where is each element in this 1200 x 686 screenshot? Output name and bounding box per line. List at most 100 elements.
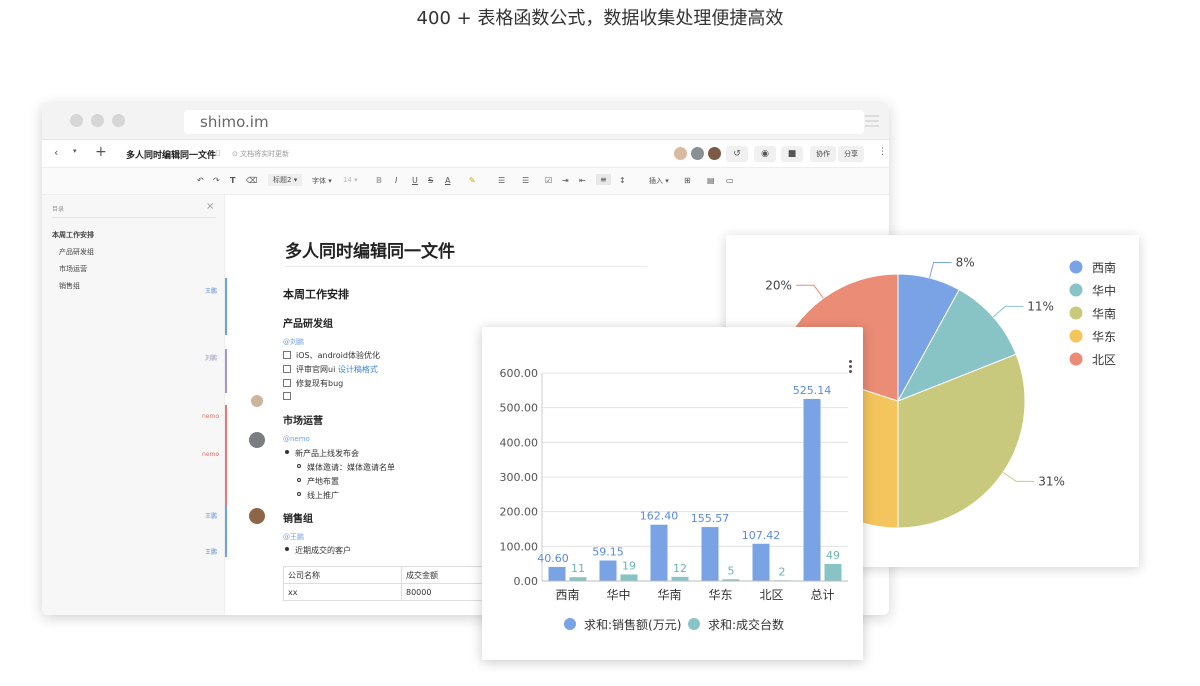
more-icon[interactable] bbox=[849, 360, 852, 375]
task-item[interactable]: 修复现有bug bbox=[283, 378, 343, 389]
group-title: 产品研发组 bbox=[283, 319, 333, 330]
back-icon[interactable]: ‹ bbox=[54, 146, 58, 159]
avatar[interactable] bbox=[708, 147, 721, 160]
close-icon[interactable]: × bbox=[206, 201, 214, 212]
sidebar-title: 目录 bbox=[52, 206, 65, 213]
insert-menu[interactable]: 插入 ▾ bbox=[649, 176, 669, 186]
checkbox[interactable] bbox=[283, 392, 291, 400]
font-select[interactable]: 字体 ▾ bbox=[312, 176, 332, 186]
bullet-list-icon[interactable]: ☰ bbox=[522, 176, 529, 185]
mention[interactable]: @王鹏 bbox=[283, 532, 304, 542]
bar-data-label: 19 bbox=[622, 559, 636, 572]
avatar[interactable] bbox=[674, 147, 687, 160]
bar-data-label: 525.14 bbox=[793, 384, 832, 397]
window-close-dot[interactable] bbox=[70, 114, 83, 127]
bookmark-icon[interactable]: ▯ bbox=[216, 148, 220, 157]
divider bbox=[52, 217, 216, 218]
checklist-icon[interactable]: ☑ bbox=[545, 176, 552, 185]
highlight-icon[interactable]: ✎ bbox=[469, 176, 476, 185]
x-tick-label: 西南 bbox=[555, 587, 579, 602]
history-icon[interactable]: ↺ bbox=[726, 146, 748, 162]
strikethrough-icon[interactable]: S bbox=[428, 176, 433, 185]
avatar bbox=[249, 393, 265, 409]
table-header-cell[interactable]: 公司名称 bbox=[283, 566, 402, 584]
checkbox[interactable] bbox=[283, 379, 291, 387]
y-tick-label: 200.00 bbox=[500, 506, 539, 519]
sidebar-item-product[interactable]: 产品研发组 bbox=[59, 247, 94, 257]
gutter-author: 王鹏 bbox=[205, 549, 218, 556]
task-item[interactable] bbox=[283, 392, 296, 401]
document-title: 多人同时编辑同一文件 bbox=[285, 242, 455, 262]
bar bbox=[569, 577, 587, 581]
attachment-icon[interactable]: ▤ bbox=[707, 176, 715, 185]
comment-icon[interactable]: ▭ bbox=[726, 176, 734, 185]
checkbox[interactable] bbox=[283, 351, 291, 359]
window-maximize-dot[interactable] bbox=[112, 114, 125, 127]
doc-table[interactable]: 公司名称 成交金额 xx 80000 bbox=[283, 566, 502, 601]
sidebar-item-sales[interactable]: 销售组 bbox=[59, 281, 80, 291]
bar-data-label: 49 bbox=[826, 549, 840, 562]
pie-data-label: 31% bbox=[1038, 474, 1065, 488]
y-tick-label: 500.00 bbox=[500, 402, 539, 415]
x-tick-label: 总计 bbox=[810, 588, 834, 602]
task-item[interactable]: 评审官网ui 设计稿格式 bbox=[283, 364, 378, 375]
x-tick-label: 华中 bbox=[606, 587, 630, 602]
line-height-icon[interactable]: ↕ bbox=[619, 176, 626, 185]
bar-data-label: 40.60 bbox=[537, 552, 569, 565]
checkbox[interactable] bbox=[283, 365, 291, 373]
format-painter-icon[interactable]: T bbox=[230, 176, 235, 185]
gutter-author: 刘鹏 bbox=[205, 355, 218, 362]
mention[interactable]: @刘鹏 bbox=[283, 337, 304, 347]
sidebar-item-weekly-plan[interactable]: 本周工作安排 bbox=[52, 230, 94, 240]
y-tick-label: 100.00 bbox=[500, 540, 539, 553]
record-icon[interactable]: ◉ bbox=[754, 146, 776, 162]
font-color-icon[interactable]: A bbox=[445, 176, 450, 185]
collab-button[interactable]: 协作 bbox=[810, 146, 836, 162]
bar-data-label: 5 bbox=[728, 564, 735, 577]
heading-select[interactable]: 标题2 ▾ bbox=[268, 174, 303, 186]
x-tick-label: 华南 bbox=[657, 587, 681, 602]
outdent-icon[interactable]: ⇤ bbox=[579, 176, 586, 185]
bold-icon[interactable]: B bbox=[376, 176, 382, 185]
clear-format-icon[interactable]: ⌫ bbox=[246, 176, 257, 185]
mention[interactable]: @nemo bbox=[283, 435, 310, 443]
redo-icon[interactable]: ↷ bbox=[213, 176, 220, 185]
bar bbox=[824, 564, 842, 581]
align-icon[interactable]: ≡ bbox=[596, 174, 611, 185]
add-icon[interactable]: + bbox=[95, 144, 107, 160]
window-minimize-dot[interactable] bbox=[91, 114, 104, 127]
list-item: 线上推广 bbox=[297, 490, 339, 501]
size-select[interactable]: 14 ▾ bbox=[343, 176, 358, 184]
undo-icon[interactable]: ↶ bbox=[197, 176, 204, 185]
doc-tab-title: 多人同时编辑同一文件 bbox=[126, 151, 217, 161]
legend-marker bbox=[564, 618, 576, 630]
doc-toolbar: ‹ ▾ + 多人同时编辑同一文件 ▯ ⊙ 文档将实时更新 ↺ ◉ ■ 协作 分享… bbox=[42, 140, 889, 168]
more-icon[interactable]: ⋮ bbox=[878, 147, 887, 157]
indent-icon[interactable]: ⇥ bbox=[562, 176, 569, 185]
avatar[interactable] bbox=[691, 147, 704, 160]
legend-label: 北区 bbox=[1092, 353, 1116, 367]
menu-icon[interactable] bbox=[865, 115, 879, 127]
video-icon[interactable]: ■ bbox=[781, 146, 803, 162]
format-toolbar: ↶ ↷ T ⌫ 标题2 ▾ 字体 ▾ 14 ▾ B I U S A ✎ ☰ ☰ … bbox=[42, 168, 889, 195]
ordered-list-icon[interactable]: ☰ bbox=[498, 176, 505, 185]
italic-icon[interactable]: I bbox=[395, 176, 397, 185]
table-icon[interactable]: ⊞ bbox=[684, 176, 691, 185]
chevron-down-icon[interactable]: ▾ bbox=[73, 147, 77, 155]
link[interactable]: 设计稿格式 bbox=[338, 365, 378, 374]
bar-data-label: 11 bbox=[571, 562, 585, 575]
y-tick-label: 300.00 bbox=[500, 471, 539, 484]
pie-data-label: 20% bbox=[765, 278, 792, 292]
legend-marker bbox=[1069, 260, 1083, 274]
task-item[interactable]: iOS、android体验优化 bbox=[283, 350, 380, 361]
x-tick-label: 华东 bbox=[708, 588, 732, 602]
underline-icon[interactable]: U bbox=[412, 176, 418, 185]
list-item: 产地布置 bbox=[297, 476, 339, 487]
avatar bbox=[249, 508, 265, 524]
outline-sidebar: 目录 × 本周工作安排 产品研发组 市场运营 销售组 bbox=[42, 195, 225, 615]
share-button[interactable]: 分享 bbox=[838, 146, 864, 162]
url-bar[interactable]: shimo.im bbox=[184, 110, 864, 134]
list-item: 近期成交的客户 bbox=[285, 545, 351, 556]
sidebar-item-marketing[interactable]: 市场运营 bbox=[59, 264, 87, 274]
table-cell[interactable]: xx bbox=[283, 583, 402, 601]
